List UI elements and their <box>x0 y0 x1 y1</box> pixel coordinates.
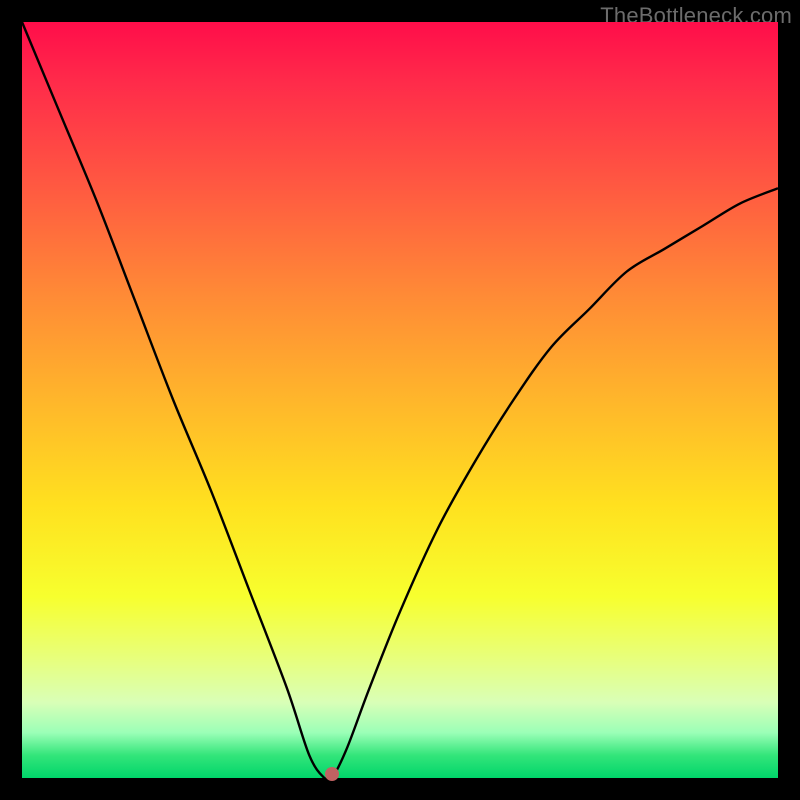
plot-area <box>22 22 778 778</box>
bottleneck-curve <box>22 22 778 778</box>
chart-stage: TheBottleneck.com <box>0 0 800 800</box>
optimal-point-marker <box>325 767 339 781</box>
